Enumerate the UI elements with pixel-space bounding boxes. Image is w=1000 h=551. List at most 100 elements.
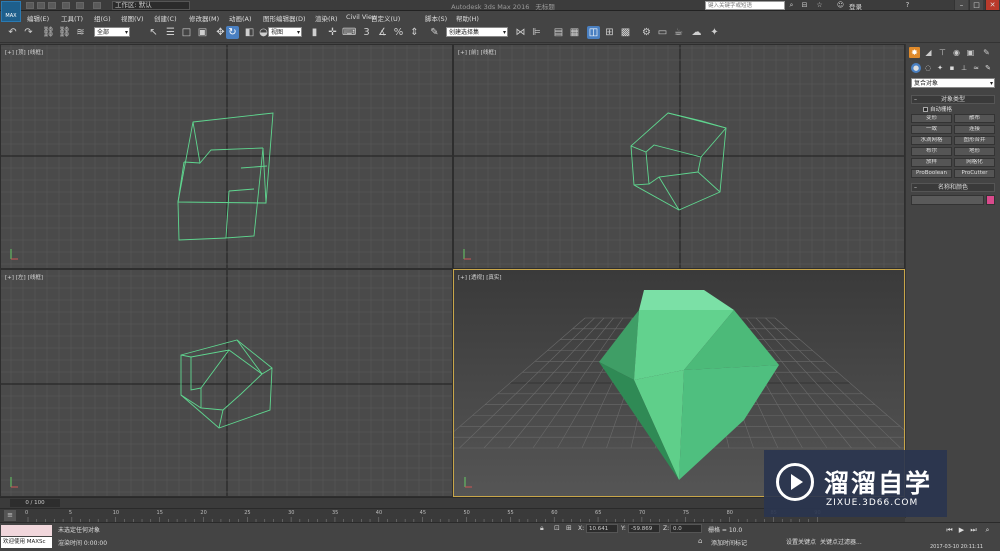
rendered-frame-icon[interactable]: ▭	[656, 26, 669, 39]
hierarchy-tab-icon[interactable]: ⊤	[937, 47, 948, 58]
modify-tab-icon[interactable]: ◢	[923, 47, 934, 58]
autogrid-checkbox[interactable]: 自动栅格	[923, 105, 952, 113]
redo-icon[interactable]: ↷	[22, 26, 35, 39]
scale-icon[interactable]: ◧	[243, 26, 256, 39]
vp-shading[interactable]: [线框]	[28, 275, 43, 281]
shapes-icon[interactable]: ◌	[923, 63, 933, 73]
edit-named-sets-icon[interactable]: ✎	[428, 26, 441, 39]
menu-help[interactable]: 帮助(H)	[456, 13, 479, 23]
time-tag-icon[interactable]: ⌂	[698, 537, 702, 545]
selection-filter-dropdown[interactable]: 全部	[94, 27, 130, 37]
viewport-front[interactable]: [+] [前] [线框]	[453, 44, 905, 269]
menu-tools[interactable]: 工具(T)	[61, 13, 83, 23]
maxscript-prompt[interactable]: 欢迎使用 MAXSc	[1, 537, 52, 548]
goto-end-icon[interactable]: ⏭	[969, 526, 978, 535]
z-coord-field[interactable]: 0.0	[670, 524, 702, 533]
communication-icon[interactable]: ☆	[815, 1, 824, 10]
select-manipulate-icon[interactable]: ✛	[326, 26, 339, 39]
app-menu-button[interactable]: MAX	[1, 1, 21, 22]
layer-explorer-icon[interactable]: ▤	[552, 26, 565, 39]
y-coord-field[interactable]: -59.869	[628, 524, 660, 533]
x-coord-field[interactable]: 10.641	[586, 524, 618, 533]
vp-view-name[interactable]: [左]	[16, 275, 26, 281]
select-by-name-icon[interactable]: ☰	[164, 26, 177, 39]
geometry-icon[interactable]: ●	[911, 63, 921, 73]
object-name-input[interactable]	[911, 195, 984, 205]
motion-tab-icon[interactable]: ◉	[951, 47, 962, 58]
goto-start-icon[interactable]: ⏮	[945, 526, 954, 535]
schematic-view-icon[interactable]: ⊞	[603, 26, 616, 39]
keyboard-shortcut-icon[interactable]: ⌨	[342, 26, 356, 39]
btn-boolean[interactable]: 布尔	[911, 147, 952, 156]
key-filters-button[interactable]: 关键点过滤器...	[820, 537, 862, 546]
pivot-center-icon[interactable]: ▮	[308, 26, 321, 39]
lights-icon[interactable]: ✦	[935, 63, 945, 73]
checkbox-box[interactable]	[923, 107, 928, 112]
named-selection-dropdown[interactable]: 创建选择集	[446, 27, 508, 37]
btn-blobmesh[interactable]: 水滴网格	[911, 136, 952, 145]
cameras-icon[interactable]: ▪	[947, 63, 957, 73]
viewport-top[interactable]: [+] [顶] [线框]	[0, 44, 453, 269]
btn-terrain[interactable]: 地形	[954, 147, 995, 156]
display-tab-icon[interactable]: ▣	[965, 47, 976, 58]
set-key-label[interactable]: 设置关键点	[786, 537, 816, 546]
mirror-icon[interactable]: ⋈	[514, 26, 527, 39]
subscription-icon[interactable]: ⊟	[800, 1, 809, 10]
login-link[interactable]: 登录	[849, 1, 862, 11]
undo-icon[interactable]: ↶	[6, 26, 19, 39]
spacewarps-icon[interactable]: ≈	[971, 63, 981, 73]
name-color-rollout[interactable]: – 名称和颜色	[911, 183, 995, 192]
vp-shading[interactable]: [线框]	[481, 50, 496, 56]
rotate-icon[interactable]: ↻	[226, 26, 239, 39]
object-color-swatch[interactable]	[986, 195, 995, 205]
helpers-icon[interactable]: ⊥	[959, 63, 969, 73]
create-tab-icon[interactable]: ✸	[909, 47, 920, 58]
time-slider-handle[interactable]: 0 / 100	[10, 499, 60, 507]
help-icon[interactable]: ?	[903, 1, 912, 10]
viewport-label-perspective[interactable]: [+] [透视] [真实]	[458, 273, 504, 281]
spinner-snap-icon[interactable]: ⇕	[408, 26, 421, 39]
menu-rendering[interactable]: 渲染(R)	[315, 13, 338, 23]
btn-shapemerge[interactable]: 图形合并	[954, 136, 995, 145]
maximize-button[interactable]: □	[969, 0, 983, 10]
absolute-mode-icon[interactable]: ⊞	[566, 524, 572, 532]
reference-coord-dropdown[interactable]: 视图	[268, 27, 302, 37]
viewport-label-front[interactable]: [+] [前] [线框]	[458, 48, 498, 56]
window-crossing-icon[interactable]: ▣	[196, 26, 209, 39]
curve-editor-icon[interactable]: ◫	[587, 26, 600, 39]
play-icon[interactable]: ▶	[957, 526, 966, 535]
btn-morph[interactable]: 变形	[911, 114, 952, 123]
menu-edit[interactable]: 编辑(E)	[27, 13, 49, 23]
viewport-label-left[interactable]: [+] [左] [线框]	[5, 273, 45, 281]
viewport-left[interactable]: [+] [左] [线框]	[0, 269, 453, 497]
geometry-category-dropdown[interactable]: 复合对象	[911, 78, 995, 88]
material-editor-icon[interactable]: ▩	[619, 26, 632, 39]
rect-selection-icon[interactable]: □	[180, 26, 193, 39]
vp-shading[interactable]: [真实]	[486, 275, 501, 281]
render-iterative-icon[interactable]: ☁	[690, 26, 703, 39]
align-icon[interactable]: ⊫	[530, 26, 543, 39]
menu-customize[interactable]: 自定义(U)	[371, 13, 400, 23]
vp-menu-plus[interactable]: [+]	[5, 50, 14, 56]
minimize-button[interactable]: –	[954, 0, 968, 10]
btn-proboolean[interactable]: ProBoolean	[911, 169, 952, 178]
render-production-icon[interactable]: ☕	[672, 26, 685, 39]
menu-scripting[interactable]: 脚本(S)	[425, 13, 447, 23]
selection-lock-icon[interactable]: 🔒︎	[540, 524, 544, 533]
select-object-icon[interactable]: ↖	[147, 26, 160, 39]
close-button[interactable]: ✕	[985, 0, 999, 10]
utilities-tab-icon[interactable]: ✎	[981, 47, 992, 58]
menu-group[interactable]: 组(G)	[94, 13, 111, 23]
bind-spacewarp-icon[interactable]: ≋	[74, 26, 87, 39]
vp-menu-plus[interactable]: [+]	[458, 275, 467, 281]
zoom-icon[interactable]: ⌕	[983, 526, 992, 535]
isolate-icon[interactable]: ⊡	[554, 524, 560, 532]
render-setup-icon[interactable]: ⚙	[640, 26, 653, 39]
vp-view-name[interactable]: [透视]	[469, 275, 484, 281]
track-bar-toggle-icon[interactable]: ≡	[4, 510, 16, 521]
a360-render-icon[interactable]: ✦	[708, 26, 721, 39]
vp-menu-plus[interactable]: [+]	[5, 275, 14, 281]
search-icon[interactable]: ⌕	[787, 1, 796, 10]
snaps-toggle-icon[interactable]: 3	[360, 26, 373, 39]
angle-snap-icon[interactable]: ∡	[376, 26, 389, 39]
